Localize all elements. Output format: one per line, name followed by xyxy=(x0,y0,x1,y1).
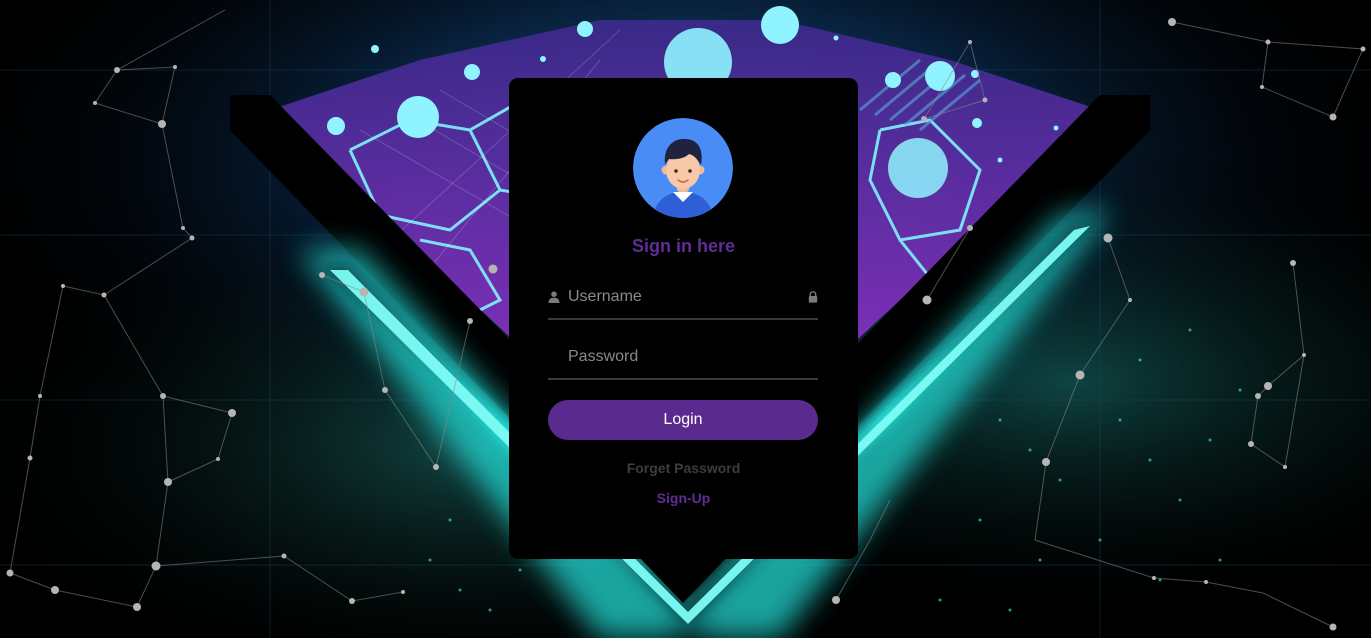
sign-up-link[interactable]: Sign-Up xyxy=(509,490,858,506)
forgot-password-link[interactable]: Forget Password xyxy=(509,460,858,476)
user-avatar-icon xyxy=(633,118,733,218)
username-field xyxy=(548,278,818,320)
password-field xyxy=(548,338,818,380)
user-icon xyxy=(548,291,560,303)
password-input[interactable] xyxy=(568,346,794,368)
login-card: Sign in here Login Forget Password Sign-… xyxy=(509,78,858,559)
lock-icon xyxy=(808,291,818,303)
username-input[interactable] xyxy=(568,286,794,308)
login-page: Sign in here Login Forget Password Sign-… xyxy=(0,0,1371,638)
login-button[interactable]: Login xyxy=(548,400,818,440)
sign-in-title: Sign in here xyxy=(631,236,736,256)
card-pointer xyxy=(639,557,727,603)
